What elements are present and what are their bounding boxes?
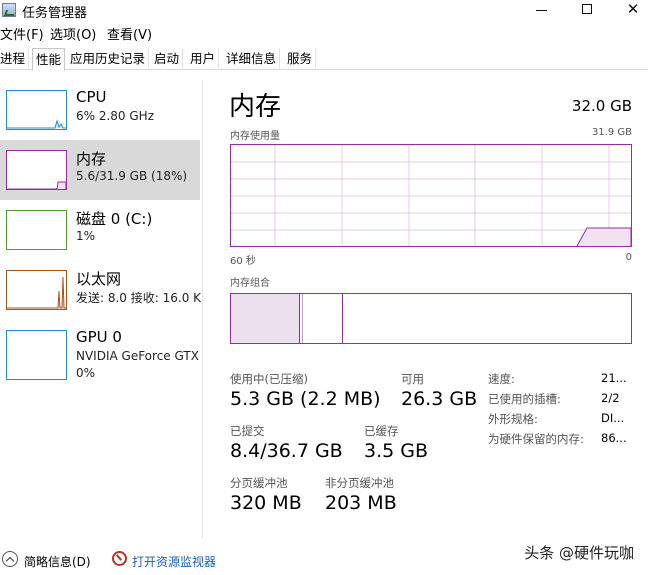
nonpaged-pool-label: 非分页缓冲池 bbox=[325, 476, 394, 490]
tab-bar: 进程 性能 应用历史记录 启动 用户 详细信息 服务 bbox=[0, 48, 648, 71]
resource-sidebar: CPU 6% 2.80 GHz 内存 5.6/31.9 GB (18%) 磁盘 … bbox=[0, 80, 203, 538]
sidebar-item-label: 以太网 bbox=[76, 270, 122, 288]
sidebar-item-gpu[interactable]: GPU 0 NVIDIA GeForce GTX 0% bbox=[0, 320, 200, 390]
sidebar-item-value: 6% 2.80 GHz bbox=[76, 109, 155, 123]
minimize-icon bbox=[535, 9, 547, 11]
tab-app-history[interactable]: 应用历史记录 bbox=[67, 48, 150, 70]
total-memory: 32.0 GB bbox=[571, 97, 632, 115]
open-resource-monitor-link[interactable]: 打开资源监视器 bbox=[132, 553, 216, 570]
hardware-reserved-value: 86... bbox=[601, 431, 627, 445]
sidebar-item-value: NVIDIA GeForce GTX bbox=[76, 349, 199, 363]
window-title: 任务管理器 bbox=[22, 6, 88, 21]
gpu-mini-graph bbox=[6, 330, 67, 380]
menu-options[interactable]: 选项(O) bbox=[50, 24, 96, 43]
committed-value: 8.4/36.7 GB bbox=[230, 440, 343, 462]
usage-graph-label: 内存使用量 bbox=[230, 131, 280, 142]
menu-file[interactable]: 文件(F) bbox=[0, 24, 44, 43]
nonpaged-pool-value: 203 MB bbox=[325, 492, 397, 514]
tab-details[interactable]: 详细信息 bbox=[223, 48, 281, 70]
tab-services[interactable]: 服务 bbox=[284, 48, 317, 70]
paged-pool-value: 320 MB bbox=[230, 492, 302, 514]
tab-processes[interactable]: 进程 bbox=[0, 48, 30, 70]
sidebar-item-value: 5.6/31.9 GB (18%) bbox=[76, 169, 188, 183]
disk-mini-graph bbox=[6, 210, 67, 250]
page-title: 内存 bbox=[229, 92, 282, 122]
sidebar-item-ethernet[interactable]: 以太网 发送: 8.0 接收: 16.0 Kbps bbox=[0, 260, 202, 320]
memory-mini-graph bbox=[6, 150, 67, 190]
speed-label: 速度: bbox=[488, 372, 515, 386]
close-button[interactable]: ✕ bbox=[610, 0, 648, 22]
sidebar-item-label: GPU 0 bbox=[76, 328, 122, 346]
fewer-details-link[interactable]: 简略信息(D) bbox=[24, 553, 91, 570]
composition-divider bbox=[302, 294, 303, 343]
sidebar-item-label: CPU bbox=[76, 88, 107, 106]
maximize-icon bbox=[582, 4, 592, 14]
tab-performance[interactable]: 性能 bbox=[32, 48, 66, 71]
cached-value: 3.5 GB bbox=[364, 440, 429, 462]
form-factor-label: 外形规格: bbox=[488, 412, 538, 426]
tab-startup[interactable]: 启动 bbox=[151, 48, 184, 70]
ethernet-mini-graph bbox=[6, 270, 67, 310]
available-value: 26.3 GB bbox=[401, 388, 478, 410]
axis-left-label: 60 秒 bbox=[230, 256, 256, 267]
title-bar: 任务管理器 ✕ bbox=[0, 0, 648, 22]
task-manager-icon bbox=[2, 3, 16, 17]
resource-monitor-icon bbox=[112, 551, 127, 566]
memory-usage-chart bbox=[231, 145, 632, 247]
menu-view[interactable]: 查看(V) bbox=[107, 24, 152, 43]
hardware-reserved-label: 为硬件保留的内存: bbox=[488, 432, 584, 446]
sidebar-item-value: 0% bbox=[76, 366, 96, 380]
form-factor-value: DI... bbox=[601, 411, 625, 425]
chevron-up-icon[interactable] bbox=[2, 551, 18, 567]
maximize-button[interactable] bbox=[564, 0, 610, 22]
composition-in-use bbox=[231, 294, 299, 343]
cpu-mini-graph bbox=[6, 90, 67, 130]
sidebar-item-cpu[interactable]: CPU 6% 2.80 GHz bbox=[0, 80, 200, 140]
available-label: 可用 bbox=[401, 372, 424, 386]
committed-label: 已提交 bbox=[230, 424, 265, 438]
memory-usage-graph bbox=[230, 144, 632, 247]
composition-divider bbox=[342, 294, 343, 343]
paged-pool-label: 分页缓冲池 bbox=[230, 476, 288, 490]
composition-label: 内存组合 bbox=[230, 278, 270, 289]
cached-label: 已缓存 bbox=[364, 424, 399, 438]
memory-composition-bar bbox=[230, 293, 632, 344]
composition-divider bbox=[299, 294, 300, 343]
slots-value: 2/2 bbox=[601, 391, 620, 405]
close-icon: ✕ bbox=[626, 0, 640, 18]
sidebar-item-value: 1% bbox=[76, 229, 96, 243]
sidebar-item-memory[interactable]: 内存 5.6/31.9 GB (18%) bbox=[0, 140, 200, 200]
in-use-value: 5.3 GB (2.2 MB) bbox=[230, 388, 381, 410]
minimize-button[interactable] bbox=[518, 0, 564, 22]
axis-right-label: 0 bbox=[625, 252, 632, 263]
in-use-label: 使用中(已压缩) bbox=[230, 372, 308, 386]
sidebar-item-label: 磁盘 0 (C:) bbox=[76, 210, 153, 228]
speed-value: 21... bbox=[601, 371, 627, 385]
sidebar-item-disk[interactable]: 磁盘 0 (C:) 1% bbox=[0, 200, 200, 260]
slots-label: 已使用的插槽: bbox=[488, 392, 561, 406]
sidebar-item-label: 内存 bbox=[76, 150, 107, 168]
sidebar-item-value: 发送: 8.0 接收: 16.0 Kbps bbox=[76, 291, 202, 305]
usage-graph-max: 31.9 GB bbox=[591, 127, 632, 138]
watermark: 头条 @硬件玩咖 bbox=[524, 544, 634, 562]
tab-users[interactable]: 用户 bbox=[187, 48, 220, 70]
